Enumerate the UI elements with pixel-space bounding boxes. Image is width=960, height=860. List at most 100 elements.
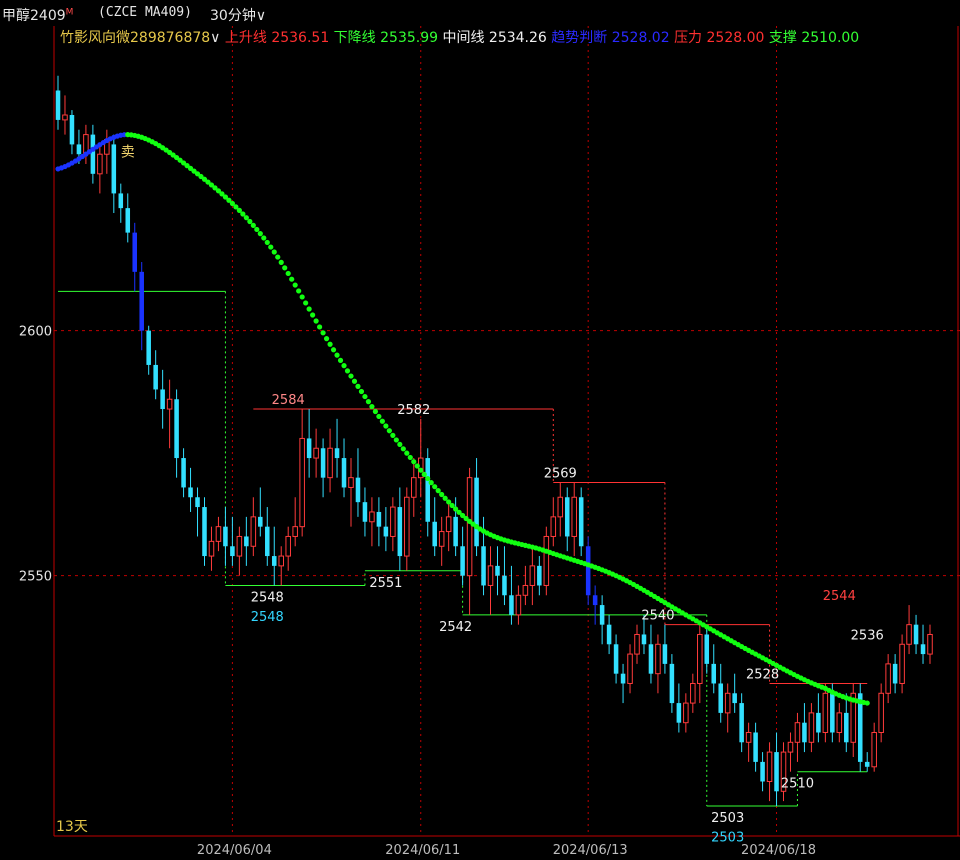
trend-dot bbox=[404, 450, 410, 456]
period-selector[interactable]: 30分钟∨ bbox=[210, 5, 266, 25]
candle-body bbox=[153, 364, 158, 390]
candle-body bbox=[495, 565, 500, 576]
candle-body bbox=[808, 712, 815, 743]
candle-body bbox=[362, 502, 368, 522]
candle-body bbox=[195, 497, 200, 508]
trend-dot bbox=[358, 388, 365, 395]
candle-body bbox=[522, 584, 529, 596]
trend-dot bbox=[435, 488, 441, 494]
legend-value: 2536.51 bbox=[271, 30, 333, 46]
candle-body bbox=[620, 673, 626, 684]
candle-body bbox=[215, 526, 222, 542]
trend-dot bbox=[317, 324, 323, 330]
trend-dot bbox=[306, 306, 312, 312]
trend-dot bbox=[264, 239, 270, 246]
candle-body bbox=[327, 447, 333, 479]
trend-dot bbox=[393, 437, 399, 443]
candle-body bbox=[606, 624, 612, 645]
trend-dot bbox=[303, 300, 309, 306]
candle-body bbox=[55, 90, 61, 120]
candle-body bbox=[466, 477, 473, 577]
candle-body bbox=[188, 487, 193, 498]
candle-body bbox=[711, 663, 717, 684]
candle-body bbox=[258, 516, 263, 527]
trend-dot bbox=[278, 259, 284, 265]
legend-value: 2510.00 bbox=[801, 30, 859, 46]
candle-body bbox=[537, 565, 542, 586]
indicator-legend: 竹影风向微289876878∨ 上升线 2536.51 下降线 2535.99 … bbox=[60, 30, 859, 46]
candle-body bbox=[892, 663, 898, 684]
trend-dot bbox=[341, 363, 347, 369]
candle-body bbox=[334, 448, 340, 459]
trend-dot bbox=[376, 413, 382, 420]
candle-body bbox=[250, 516, 257, 547]
trend-dot bbox=[344, 368, 351, 374]
indicator-name: 竹影风向微289876878 bbox=[60, 30, 210, 46]
trend-dot bbox=[386, 428, 392, 434]
candle-body bbox=[864, 761, 870, 767]
price-label: 2584 bbox=[272, 393, 305, 408]
candle-body bbox=[718, 683, 723, 713]
trend-dot bbox=[292, 282, 298, 288]
candle-body bbox=[906, 624, 912, 645]
candle-body bbox=[432, 521, 437, 547]
candle-body bbox=[487, 565, 494, 586]
candle-body bbox=[111, 144, 117, 194]
legend-label: 支撑 bbox=[769, 30, 801, 46]
trend-dot bbox=[432, 484, 438, 490]
candle-body bbox=[732, 693, 737, 704]
candle-body bbox=[90, 134, 96, 174]
legend-label: 上升线 bbox=[225, 30, 271, 46]
trend-dot bbox=[372, 408, 379, 415]
main-contract-marker: M bbox=[65, 7, 74, 18]
chevron-down-icon: ∨ bbox=[255, 8, 267, 24]
candle-body bbox=[543, 535, 550, 586]
candle-body bbox=[244, 536, 249, 547]
candle-body bbox=[515, 594, 522, 616]
trend-dot bbox=[397, 441, 403, 448]
trend-dot bbox=[425, 475, 431, 482]
candle-body bbox=[278, 555, 284, 567]
candle-body bbox=[836, 712, 843, 733]
x-tick-label: 2024/06/04 bbox=[197, 843, 272, 858]
trend-dot bbox=[310, 312, 316, 318]
candle-body bbox=[348, 477, 354, 488]
candle-body bbox=[313, 447, 319, 459]
period-count-label: 13天 bbox=[56, 819, 88, 835]
candle-body bbox=[355, 477, 361, 503]
trend-dot bbox=[355, 383, 361, 389]
candle-body bbox=[794, 722, 801, 743]
trend-dot bbox=[334, 352, 340, 358]
candlestick-chart[interactable]: 卖 2584 2582 2569 2548 2548 2551 2542 2540 2528 25… bbox=[0, 26, 960, 860]
price-label: 2503 bbox=[711, 831, 744, 846]
legend-label: 下降线 bbox=[334, 30, 380, 46]
candle-body bbox=[62, 114, 68, 121]
instrument-name[interactable]: 甲醇2409M bbox=[2, 5, 73, 25]
candle-body bbox=[760, 761, 765, 782]
candle-body bbox=[913, 624, 919, 645]
candle-body bbox=[481, 546, 486, 586]
candle-body bbox=[474, 477, 479, 547]
candle-body bbox=[411, 477, 417, 498]
candle-body bbox=[753, 732, 758, 762]
x-tick-label: 2024/06/18 bbox=[741, 843, 816, 858]
price-label: 2510 bbox=[781, 777, 814, 792]
legend-label: 趋势判断 bbox=[551, 30, 611, 46]
trend-dot bbox=[421, 471, 427, 478]
candle-body bbox=[320, 448, 326, 478]
trend-dot bbox=[864, 700, 870, 706]
candle-body bbox=[899, 643, 905, 684]
candle-body bbox=[599, 605, 605, 625]
candle-body bbox=[745, 731, 752, 743]
y-tick-label: 2600 bbox=[19, 325, 52, 340]
trend-dot bbox=[379, 418, 385, 424]
candle-body bbox=[704, 634, 710, 664]
candle-body bbox=[223, 526, 228, 547]
trend-dot bbox=[327, 341, 333, 347]
trend-dot bbox=[400, 446, 406, 452]
chevron-down-icon: ∨ bbox=[210, 30, 225, 46]
trend-dot bbox=[299, 294, 305, 300]
candle-body bbox=[683, 702, 689, 724]
candle-body bbox=[509, 595, 514, 615]
candle-body bbox=[425, 458, 430, 522]
